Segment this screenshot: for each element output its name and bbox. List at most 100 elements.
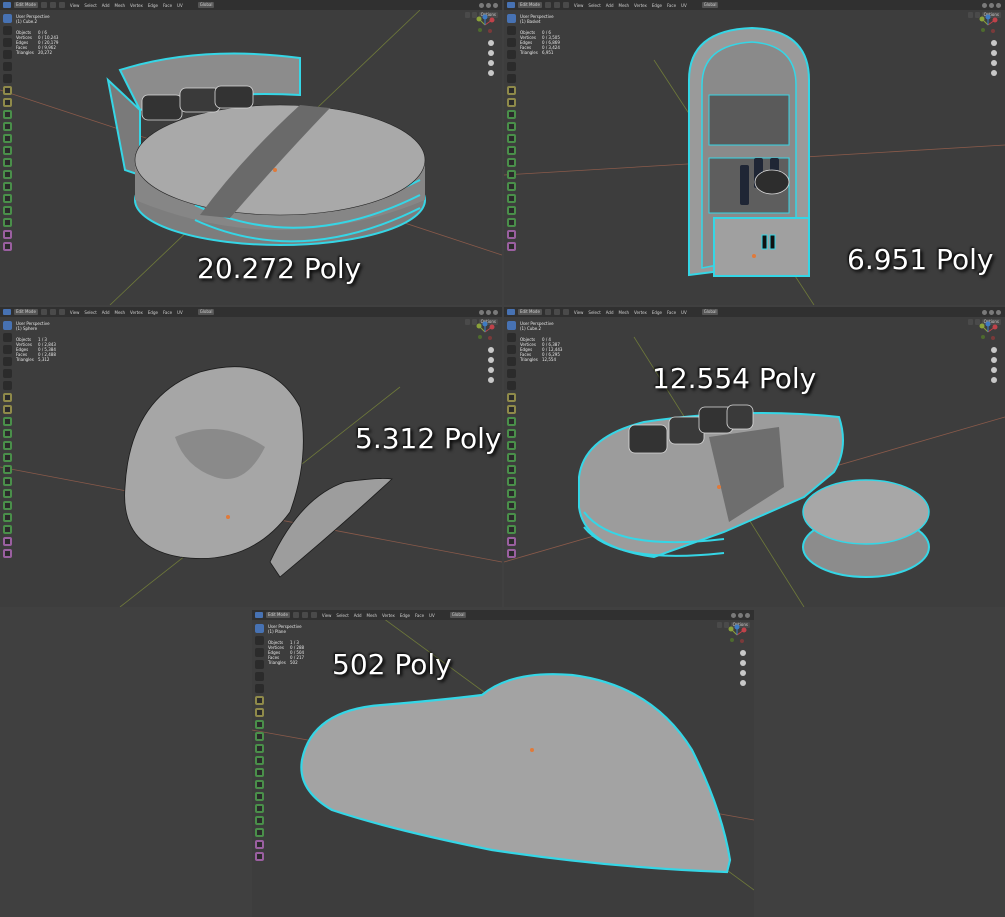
menu-view[interactable]: View [322, 613, 332, 618]
editor-type-button[interactable] [3, 309, 11, 315]
smooth-tool-icon[interactable] [255, 804, 264, 813]
menu-edge[interactable]: Edge [148, 310, 158, 315]
inset-tool-icon[interactable] [3, 122, 12, 131]
loop-cut-tool-icon[interactable] [507, 146, 516, 155]
bevel-tool-icon[interactable] [3, 134, 12, 143]
orientation-dropdown[interactable]: Global [197, 2, 215, 8]
pan-hand-icon[interactable] [991, 50, 997, 56]
menu-select[interactable]: Select [336, 613, 348, 618]
transform-tool-icon[interactable] [3, 381, 12, 390]
measure-tool-icon[interactable] [255, 708, 264, 717]
vertex-select-button[interactable] [544, 2, 551, 8]
shading-solid-icon[interactable] [982, 309, 987, 315]
rip-tool-icon[interactable] [507, 549, 516, 558]
cursor-tool-icon[interactable] [507, 26, 516, 35]
smooth-tool-icon[interactable] [507, 194, 516, 203]
annotate-tool-icon[interactable] [3, 393, 12, 402]
edge-slide-tool-icon[interactable] [3, 206, 12, 215]
menu-mesh[interactable]: Mesh [619, 3, 630, 8]
edge-select-button[interactable] [553, 2, 560, 8]
menu-select[interactable]: Select [84, 3, 96, 8]
edge-select-button[interactable] [49, 309, 56, 315]
rotate-tool-icon[interactable] [507, 357, 516, 366]
mirror-x-toggle[interactable] [967, 319, 973, 325]
extrude-tool-icon[interactable] [255, 720, 264, 729]
menu-uv[interactable]: UV [177, 3, 183, 8]
annotate-tool-icon[interactable] [3, 86, 12, 95]
bevel-tool-icon[interactable] [507, 441, 516, 450]
measure-tool-icon[interactable] [3, 405, 12, 414]
zoom-icon[interactable] [991, 347, 997, 353]
menu-face[interactable]: Face [667, 3, 676, 8]
menu-mesh[interactable]: Mesh [115, 3, 126, 8]
bevel-tool-icon[interactable] [3, 441, 12, 450]
bevel-tool-icon[interactable] [255, 744, 264, 753]
viewport-canvas[interactable] [252, 610, 754, 917]
cursor-tool-icon[interactable] [507, 333, 516, 342]
camera-icon[interactable] [991, 60, 997, 66]
navigation-gizmo-icon[interactable] [977, 14, 999, 36]
move-tool-icon[interactable] [507, 345, 516, 354]
select-tool-icon[interactable] [255, 624, 264, 633]
grid-icon[interactable] [488, 377, 494, 383]
menu-uv[interactable]: UV [429, 613, 435, 618]
bevel-tool-icon[interactable] [507, 134, 516, 143]
menu-vertex[interactable]: Vertex [382, 613, 395, 618]
zoom-icon[interactable] [991, 40, 997, 46]
face-select-button[interactable] [58, 2, 65, 8]
rotate-tool-icon[interactable] [3, 357, 12, 366]
camera-icon[interactable] [991, 367, 997, 373]
annotate-tool-icon[interactable] [507, 393, 516, 402]
mirror-x-toggle[interactable] [464, 12, 470, 18]
shrink-tool-icon[interactable] [507, 525, 516, 534]
menu-select[interactable]: Select [588, 310, 600, 315]
edge-slide-tool-icon[interactable] [507, 513, 516, 522]
camera-icon[interactable] [488, 60, 494, 66]
poly-build-tool-icon[interactable] [507, 170, 516, 179]
mode-dropdown[interactable]: Edit Mode [518, 309, 542, 315]
smooth-tool-icon[interactable] [3, 194, 12, 203]
shrink-tool-icon[interactable] [3, 218, 12, 227]
rotate-tool-icon[interactable] [507, 50, 516, 59]
shear-tool-icon[interactable] [3, 537, 12, 546]
menu-select[interactable]: Select [84, 310, 96, 315]
mirror-x-toggle[interactable] [967, 12, 973, 18]
editor-type-button[interactable] [507, 2, 515, 8]
menu-uv[interactable]: UV [681, 3, 687, 8]
rip-tool-icon[interactable] [255, 852, 264, 861]
mode-dropdown[interactable]: Edit Mode [266, 612, 290, 618]
grid-icon[interactable] [740, 680, 746, 686]
navigation-gizmo-icon[interactable] [474, 321, 496, 343]
menu-face[interactable]: Face [667, 310, 676, 315]
shading-material-icon[interactable] [486, 2, 491, 8]
shading-rendered-icon[interactable] [745, 612, 750, 618]
spin-tool-icon[interactable] [3, 489, 12, 498]
pan-hand-icon[interactable] [740, 660, 746, 666]
orientation-dropdown[interactable]: Global [701, 309, 719, 315]
menu-mesh[interactable]: Mesh [619, 310, 630, 315]
menu-vertex[interactable]: Vertex [130, 3, 143, 8]
loop-cut-tool-icon[interactable] [3, 453, 12, 462]
scale-tool-icon[interactable] [255, 672, 264, 681]
knife-tool-icon[interactable] [507, 465, 516, 474]
select-tool-icon[interactable] [507, 14, 516, 23]
menu-select[interactable]: Select [588, 3, 600, 8]
face-select-button[interactable] [562, 309, 569, 315]
inset-tool-icon[interactable] [255, 732, 264, 741]
pan-hand-icon[interactable] [488, 50, 494, 56]
mode-dropdown[interactable]: Edit Mode [518, 2, 542, 8]
edge-slide-tool-icon[interactable] [3, 513, 12, 522]
annotate-tool-icon[interactable] [255, 696, 264, 705]
extrude-tool-icon[interactable] [3, 417, 12, 426]
rotate-tool-icon[interactable] [3, 50, 12, 59]
menu-edge[interactable]: Edge [400, 613, 410, 618]
spin-tool-icon[interactable] [255, 792, 264, 801]
transform-tool-icon[interactable] [255, 684, 264, 693]
shear-tool-icon[interactable] [3, 230, 12, 239]
shrink-tool-icon[interactable] [255, 828, 264, 837]
select-tool-icon[interactable] [3, 321, 12, 330]
edge-select-button[interactable] [301, 612, 308, 618]
vertex-select-button[interactable] [544, 309, 551, 315]
shading-rendered-icon[interactable] [493, 2, 498, 8]
menu-edge[interactable]: Edge [652, 3, 662, 8]
